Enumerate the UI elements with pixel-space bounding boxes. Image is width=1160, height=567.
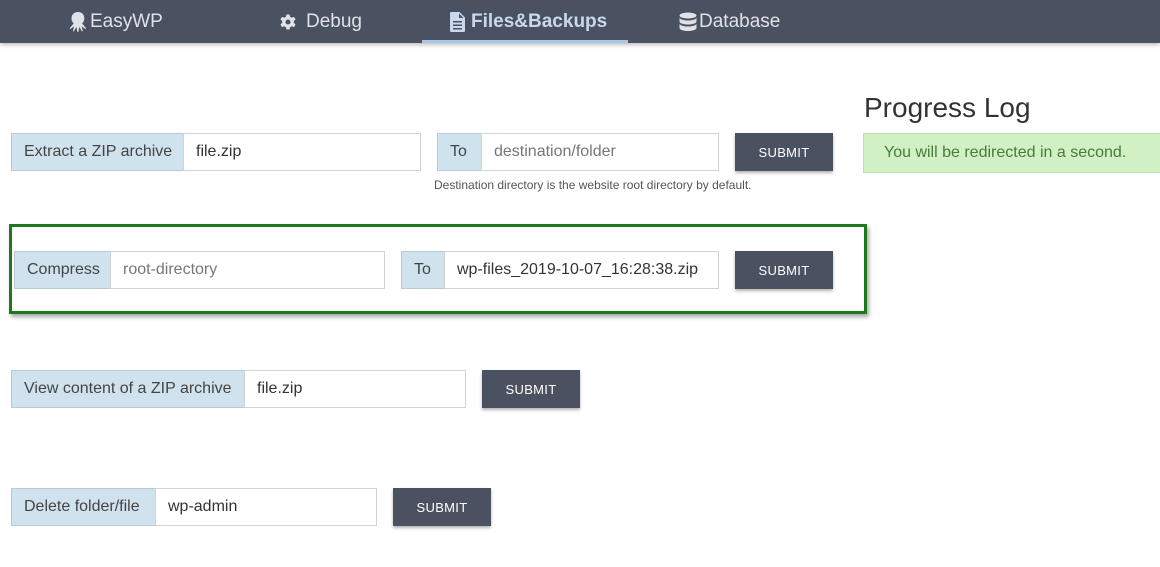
delete-group: Delete folder/file [11,488,377,526]
file-icon [450,11,465,32]
active-tab-indicator [422,40,628,43]
gear-icon [278,12,298,32]
compress-destination-group: To [401,251,719,289]
nav-item-easywp[interactable]: EasyWP [68,0,163,43]
top-nav: EasyWP Debug Files&Backups Database [0,0,1160,43]
extract-destination-group: To [437,133,719,171]
delete-submit-button[interactable]: SUBMIT [393,488,491,526]
progress-log-message: You will be redirected in a second. [863,133,1160,173]
progress-log-title: Progress Log [864,92,1031,123]
extract-label: Extract a ZIP archive [11,133,183,171]
compress-label: Compress [14,251,110,289]
view-submit-button[interactable]: SUBMIT [482,370,580,408]
compress-source-input[interactable] [110,251,385,289]
octopus-icon [68,11,88,33]
view-zip-input[interactable] [244,370,466,408]
compress-destination-input[interactable] [444,251,719,289]
compress-submit-button[interactable]: SUBMIT [735,251,833,289]
extract-destination-input[interactable] [481,133,719,171]
nav-item-debug[interactable]: Debug [278,0,362,43]
delete-path-input[interactable] [155,488,377,526]
extract-zip-group: Extract a ZIP archive [11,133,421,171]
compress-to-label: To [401,251,444,289]
extract-submit-button[interactable]: SUBMIT [735,133,833,171]
view-label: View content of a ZIP archive [11,370,244,408]
nav-label: Files&Backups [471,10,608,32]
extract-to-label: To [437,133,481,171]
nav-label: Database [699,10,781,32]
destination-hint: Destination directory is the website roo… [434,178,752,192]
extract-source-input[interactable] [183,133,421,171]
nav-item-database[interactable]: Database [679,0,780,43]
nav-label: EasyWP [90,10,163,32]
view-zip-group: View content of a ZIP archive [11,370,466,408]
compress-group: Compress [14,251,385,289]
nav-label: Debug [306,10,362,32]
delete-label: Delete folder/file [11,488,155,526]
nav-item-files-backups[interactable]: Files&Backups [450,0,607,43]
database-icon [679,12,697,32]
